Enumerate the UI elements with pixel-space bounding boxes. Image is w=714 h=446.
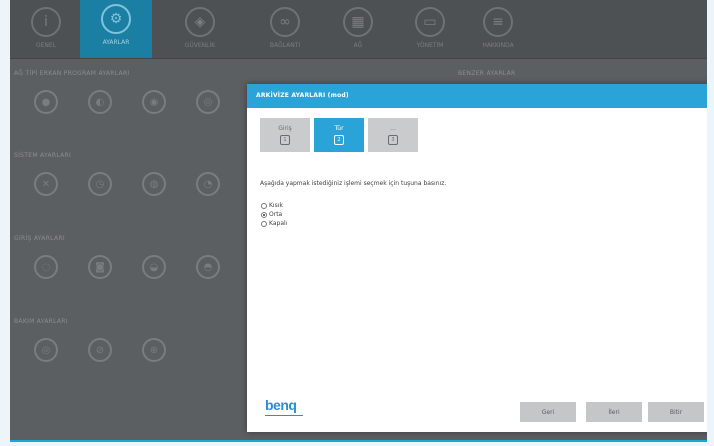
item-icon: ◌	[34, 255, 58, 279]
toolbar-label: AYARLAR	[102, 39, 130, 46]
radio-label: Orta	[269, 211, 283, 218]
link-icon: ∞	[270, 7, 300, 37]
step-tab-2[interactable]: Tür 2	[314, 118, 364, 152]
info-icon: i	[31, 7, 61, 37]
item-icon: ◐	[88, 90, 112, 114]
about-icon: ≡	[483, 7, 513, 37]
item-icon: ◙	[88, 255, 112, 279]
toolbar-label: YÖNETİM	[416, 42, 444, 49]
settings-item[interactable]: ●	[18, 90, 74, 130]
step-tab-1[interactable]: Giriş 1	[260, 118, 310, 152]
settings-item[interactable]: ◔	[180, 172, 236, 212]
app-window: i GENEL ⚙ AYARLAR ◈ GÜVENLİK ∞ BAĞLANTI …	[10, 0, 707, 442]
item-icon: ⊕	[142, 338, 166, 362]
settings-item[interactable]: ◎	[18, 338, 74, 378]
top-toolbar: i GENEL ⚙ AYARLAR ◈ GÜVENLİK ∞ BAĞLANTI …	[10, 0, 707, 59]
toolbar-button-settings[interactable]: ⚙ AYARLAR	[80, 0, 152, 58]
wizard-steps: Giriş 1 Tür 2 ... 3	[260, 118, 418, 152]
step-tab-3[interactable]: ... 3	[368, 118, 418, 152]
manage-icon: ▭	[415, 7, 445, 37]
brand-logo: benq	[265, 397, 297, 413]
wizard-dialog: ARKİVİZE AYARLARI (mod) Giriş 1 Tür 2 ..…	[247, 84, 707, 432]
settings-item[interactable]: ◙	[72, 255, 128, 295]
right-panel-title: BENZER AYARLAR	[458, 70, 516, 77]
toolbar-label: AĞ	[353, 42, 363, 49]
mode-radio-group: Kısık Orta Kapalı	[261, 201, 287, 228]
item-icon: ◒	[142, 255, 166, 279]
step-label: Giriş	[278, 125, 292, 132]
close-icon: ✕	[34, 172, 58, 196]
network-icon: ▦	[343, 7, 373, 37]
step-number-icon: 3	[388, 135, 398, 145]
radio-option-low[interactable]: Kısık	[261, 201, 287, 210]
item-icon: ◎	[196, 90, 220, 114]
radio-label: Kapalı	[269, 220, 288, 227]
toolbar-button-security[interactable]: ◈ GÜVENLİK	[170, 3, 230, 55]
settings-item[interactable]: ◎	[180, 90, 236, 130]
item-icon: ◓	[196, 255, 220, 279]
section-title: BAKIM AYARLARI	[14, 318, 68, 325]
logo-underline	[265, 415, 303, 416]
settings-icon: ⚙	[101, 4, 131, 34]
item-icon: ◉	[142, 90, 166, 114]
section-title: AĞ TİPİ ERKAN PROGRAM AYARLARI	[14, 70, 130, 77]
toolbar-button-manage[interactable]: ▭ YÖNETİM	[400, 3, 460, 55]
shield-icon: ◈	[185, 7, 215, 37]
settings-item[interactable]: ◐	[72, 90, 128, 130]
toolbar-button-general[interactable]: i GENEL	[16, 3, 76, 55]
instruction-text: Aşağıda yapmak istediğiniz işlemi seçmek…	[260, 180, 447, 187]
toolbar-label: BAĞLANTI	[269, 42, 301, 49]
item-icon: ◎	[34, 338, 58, 362]
step-number-icon: 2	[334, 135, 344, 145]
radio-option-medium[interactable]: Orta	[261, 210, 287, 219]
toolbar-label: GENEL	[35, 42, 57, 49]
item-icon: ⊘	[88, 338, 112, 362]
item-icon: ◍	[142, 172, 166, 196]
toolbar-label: HAKKINDA	[482, 42, 514, 49]
item-icon: ◷	[88, 172, 112, 196]
back-button[interactable]: Geri	[520, 402, 576, 422]
item-icon: ●	[34, 90, 58, 114]
settings-item[interactable]: ◌	[18, 255, 74, 295]
settings-item[interactable]: ◷	[72, 172, 128, 212]
radio-button[interactable]	[261, 220, 267, 227]
dialog-title: ARKİVİZE AYARLARI (mod)	[247, 84, 707, 108]
radio-button[interactable]	[261, 202, 267, 209]
step-number-icon: 1	[280, 135, 290, 145]
radio-button-selected[interactable]	[261, 211, 267, 218]
radio-option-off[interactable]: Kapalı	[261, 219, 287, 228]
settings-item[interactable]: ◉	[126, 90, 182, 130]
item-icon: ◔	[196, 172, 220, 196]
radio-label: Kısık	[269, 202, 283, 209]
section-title: GİRİŞ AYARLARI	[14, 235, 65, 242]
toolbar-button-connection[interactable]: ∞ BAĞLANTI	[255, 3, 315, 55]
toolbar-button-about[interactable]: ≡ HAKKINDA	[468, 3, 528, 55]
toolbar-label: GÜVENLİK	[184, 42, 216, 49]
settings-item[interactable]: ⊕	[126, 338, 182, 378]
settings-item[interactable]: ⊘	[72, 338, 128, 378]
finish-button[interactable]: Bitir	[648, 402, 704, 422]
step-label: Tür	[334, 125, 344, 132]
settings-item[interactable]: ✕	[18, 172, 74, 212]
settings-item[interactable]: ◓	[180, 255, 236, 295]
toolbar-button-network[interactable]: ▦ AĞ	[328, 3, 388, 55]
next-button[interactable]: İleri	[586, 402, 642, 422]
settings-item[interactable]: ◍	[126, 172, 182, 212]
section-title: SİSTEM AYARLARI	[14, 152, 72, 159]
step-label: ...	[390, 125, 396, 132]
settings-item[interactable]: ◒	[126, 255, 182, 295]
